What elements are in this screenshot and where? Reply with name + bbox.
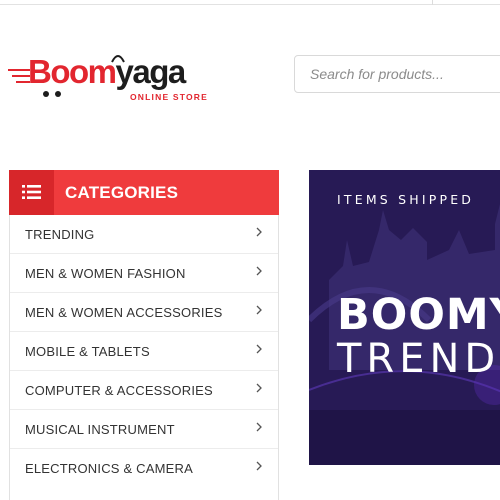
chevron-right-icon	[256, 344, 262, 354]
search-box	[294, 55, 500, 93]
category-item-accessories[interactable]: MEN & WOMEN ACCESSORIES	[10, 293, 278, 332]
list-icon	[22, 185, 41, 199]
promo-banner[interactable]: ITEMS SHIPPED BOOMY TREND	[309, 170, 500, 465]
category-item-electronics[interactable]: ELECTRONICS & CAMERA	[10, 449, 278, 488]
category-label: MEN & WOMEN ACCESSORIES	[25, 305, 223, 320]
chevron-right-icon	[256, 461, 262, 471]
category-item-musical[interactable]: MUSICAL INSTRUMENT	[10, 410, 278, 449]
categories-icon-box	[9, 170, 54, 215]
categories-header[interactable]: CATEGORIES	[9, 170, 279, 215]
top-bar	[0, 0, 500, 5]
category-item-trending[interactable]: TRENDING	[10, 215, 278, 254]
page: Boomyaga ONLINE STORE TRENDING MEN & WOM…	[0, 0, 500, 500]
chevron-right-icon	[256, 422, 262, 432]
logo-tagline: ONLINE STORE	[130, 92, 209, 102]
chevron-right-icon	[256, 266, 262, 276]
category-label: COMPUTER & ACCESSORIES	[25, 383, 213, 398]
store-logo[interactable]: Boomyaga ONLINE STORE	[8, 50, 218, 104]
category-label: ELECTRONICS & CAMERA	[25, 461, 193, 476]
chevron-right-icon	[256, 305, 262, 315]
category-label: MUSICAL INSTRUMENT	[25, 422, 175, 437]
category-item-fashion[interactable]: MEN & WOMEN FASHION	[10, 254, 278, 293]
category-list: TRENDING MEN & WOMEN FASHION MEN & WOMEN…	[10, 215, 278, 488]
category-label: MEN & WOMEN FASHION	[25, 266, 186, 281]
category-label: MOBILE & TABLETS	[25, 344, 150, 359]
category-item-computer[interactable]: COMPUTER & ACCESSORIES	[10, 371, 278, 410]
categories-panel: TRENDING MEN & WOMEN FASHION MEN & WOMEN…	[9, 170, 279, 500]
category-item-mobile-tablets[interactable]: MOBILE & TABLETS	[10, 332, 278, 371]
banner-top-text: ITEMS SHIPPED	[337, 192, 475, 207]
search-input[interactable]	[295, 56, 500, 92]
logo-wordmark: Boomyaga	[28, 53, 186, 90]
banner-subline: TREND	[337, 336, 500, 382]
chevron-right-icon	[256, 227, 262, 237]
categories-title: CATEGORIES	[65, 183, 179, 202]
chevron-right-icon	[256, 383, 262, 393]
banner-headline: BOOMY	[337, 290, 500, 340]
top-bar-divider	[432, 0, 433, 5]
category-label: TRENDING	[25, 227, 95, 242]
